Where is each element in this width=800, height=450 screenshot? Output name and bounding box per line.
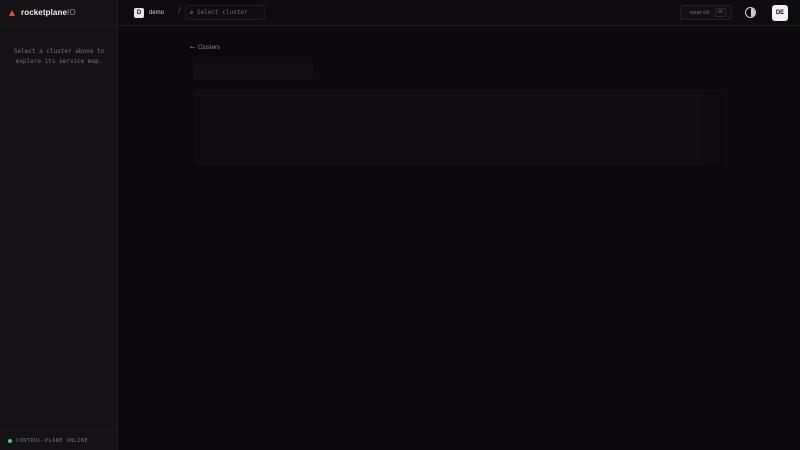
brand-name: rocketplaneIO [21,8,76,17]
contrast-icon[interactable] [745,7,756,18]
sidebar: rocketplaneIO Select a cluster above to … [0,0,118,450]
arrow-left-icon: ← [190,44,196,51]
cluster-select[interactable]: Select cluster [185,5,265,20]
status-dot-icon [8,438,12,443]
triangle-logo-icon [9,9,15,16]
brand[interactable]: rocketplaneIO [0,0,118,26]
loading-panel-skeleton-side [703,92,725,163]
loading-title-skeleton [193,63,313,80]
status-indicator: CONTROL-PLANE ONLINE [0,430,118,450]
org-avatar: D [134,8,144,18]
back-link-label: Clusters [198,44,221,51]
brand-suffix: IO [67,8,76,17]
org-switcher[interactable]: D demo [134,8,164,18]
topbar: D demo / Select cluster search ⌘K DE [118,0,800,26]
sidebar-hint: Select a cluster above to explore its se… [13,48,105,65]
back-to-clusters-link[interactable]: ← Clusters [190,44,220,51]
search-label: search [689,9,710,16]
org-name: demo [149,10,165,16]
cluster-select-placeholder: Select cluster [197,9,248,16]
status-text: CONTROL-PLANE ONLINE [16,437,89,444]
search-button[interactable]: search ⌘K [680,5,732,20]
breadcrumb-separator: / [178,6,182,16]
user-avatar-button[interactable]: DE [772,5,788,21]
cluster-status-icon [190,11,193,14]
search-shortcut: ⌘K [714,8,726,17]
loading-panel-skeleton [193,90,728,165]
contrast-icon-half [750,8,755,17]
